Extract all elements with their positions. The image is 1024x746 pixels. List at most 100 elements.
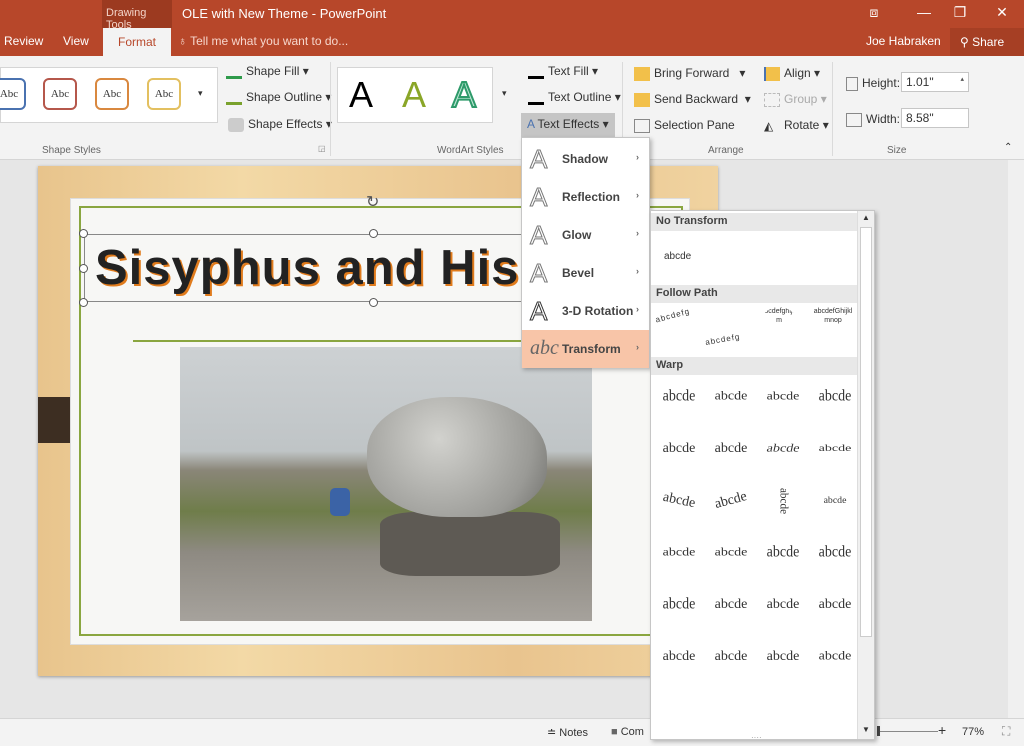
zoom-slider-thumb[interactable]	[877, 726, 880, 736]
wordart-style-green[interactable]: A	[402, 74, 426, 116]
warp-style[interactable]: abcde	[705, 547, 757, 560]
warp-style[interactable]: abcde	[757, 390, 809, 404]
comment-icon: ■	[611, 726, 621, 738]
warp-style[interactable]: abcde	[705, 390, 757, 404]
width-input[interactable]: 8.58"	[901, 108, 969, 128]
rotate-button[interactable]: ◭ Rotate ▾	[764, 118, 829, 133]
menu-item-glow[interactable]: A Glow ›	[522, 216, 649, 254]
warp-style[interactable]: abcde	[757, 597, 809, 613]
shape-fill-button[interactable]: Shape Fill ▾	[226, 64, 309, 79]
shape-style-4[interactable]: Abc	[147, 78, 181, 110]
warp-style[interactable]: abcde	[652, 488, 706, 514]
group-button[interactable]: Group ▾	[764, 92, 827, 107]
tell-me-input[interactable]: ♁ Tell me what you want to do...	[178, 34, 348, 48]
resize-handle[interactable]	[79, 298, 88, 307]
person-icon: ⚲	[960, 35, 973, 49]
shape-effects-button[interactable]: Shape Effects ▾	[228, 117, 332, 132]
restore-button[interactable]: ❐	[948, 4, 972, 21]
share-button[interactable]: ⚲ Share	[950, 28, 1024, 56]
align-button[interactable]: Align ▾	[764, 66, 820, 81]
scroll-down-icon[interactable]: ▼	[862, 725, 870, 734]
zoom-slider[interactable]	[878, 731, 938, 732]
warp-style[interactable]: abcde	[757, 649, 809, 665]
bevel-icon: A	[529, 258, 548, 289]
shape-style-2[interactable]: Abc	[43, 78, 77, 110]
wordart-style-black[interactable]: A	[349, 74, 373, 116]
menu-item-shadow[interactable]: A Shadow ›	[522, 140, 649, 178]
menu-item-bevel[interactable]: A Bevel ›	[522, 254, 649, 292]
resize-handle[interactable]	[369, 229, 378, 238]
shape-style-1[interactable]: Abc	[0, 78, 26, 110]
menu-item-3d-rotation[interactable]: A 3-D Rotation ›	[522, 292, 649, 330]
group-label-shape-styles: Shape Styles	[42, 145, 101, 156]
follow-path-arch-up[interactable]: abcdefg	[654, 307, 691, 325]
notes-button[interactable]: ≐ Notes	[547, 726, 588, 739]
resize-handle[interactable]	[79, 264, 88, 273]
bring-forward-button[interactable]: Bring Forward ▾	[634, 66, 745, 81]
follow-path-circle[interactable]: abcdefghijklm	[759, 307, 799, 347]
text-fill-button[interactable]: Text Fill ▾	[528, 64, 598, 79]
dialog-launcher-icon[interactable]: ◲	[318, 144, 326, 153]
comments-button[interactable]: ■ Com	[611, 726, 644, 738]
close-button[interactable]: ✕	[990, 4, 1014, 21]
warp-style[interactable]: abcde	[705, 649, 757, 665]
transform-none[interactable]: abcde	[664, 251, 691, 262]
warp-style[interactable]: abcde	[653, 596, 705, 614]
transform-icon: abc	[530, 337, 559, 359]
zoom-in-button[interactable]: +	[938, 722, 946, 738]
follow-path-arch-down[interactable]: abcdefg	[704, 332, 740, 347]
warp-style[interactable]: abcde	[756, 443, 811, 456]
shape-style-3[interactable]: Abc	[95, 78, 129, 110]
warp-style[interactable]: abcde	[817, 495, 853, 506]
warp-style[interactable]: abcde	[757, 544, 809, 562]
warp-style[interactable]: abcde	[653, 649, 705, 665]
warp-style[interactable]: abcde	[809, 597, 861, 613]
menu-item-reflection[interactable]: A Reflection ›	[522, 178, 649, 216]
fit-slide-icon[interactable]: ⛶	[1002, 724, 1010, 739]
text-outline-button[interactable]: Text Outline ▾	[528, 90, 621, 105]
glow-icon: A	[529, 220, 548, 251]
tab-format[interactable]: Format	[103, 28, 171, 56]
minimize-button[interactable]: —	[912, 4, 936, 20]
warp-style[interactable]: abcde	[653, 388, 705, 406]
menu-item-transform[interactable]: abc Transform ›	[522, 330, 649, 368]
vertical-scrollbar[interactable]	[1008, 160, 1024, 718]
tab-view[interactable]: View	[63, 34, 89, 48]
wordart-style-outline[interactable]: A	[451, 73, 477, 116]
width-icon	[846, 112, 862, 127]
ribbon-display-icon[interactable]: ⧈	[862, 4, 886, 21]
gallery-scrollbar[interactable]: ▲ ▼	[857, 211, 874, 739]
warp-style[interactable]: abcde	[777, 480, 789, 522]
resize-handle[interactable]	[369, 298, 378, 307]
wordart-more-button[interactable]: ▾	[502, 88, 507, 99]
warp-style[interactable]: abcde	[705, 441, 757, 456]
rotate-handle-icon[interactable]: ↻	[366, 192, 379, 212]
zoom-level[interactable]: 77%	[962, 726, 984, 738]
text-effects-button[interactable]: A Text Effects ▾	[521, 113, 615, 137]
send-backward-button[interactable]: Send Backward ▾	[634, 92, 751, 107]
photo-boulder	[367, 397, 547, 517]
user-name[interactable]: Joe Habraken	[866, 34, 941, 48]
warp-style[interactable]: abcde	[809, 443, 861, 454]
warp-style[interactable]: abcde	[704, 487, 758, 516]
tab-review[interactable]: Review	[4, 34, 43, 48]
warp-style[interactable]: abcde	[809, 650, 861, 664]
scroll-thumb[interactable]	[860, 227, 872, 637]
scroll-up-icon[interactable]: ▲	[862, 213, 870, 222]
resize-grip[interactable]: ····	[751, 733, 762, 739]
shape-outline-button[interactable]: Shape Outline ▾	[226, 90, 331, 105]
warp-style[interactable]: abcde	[809, 544, 861, 562]
slide-title[interactable]: Sisyphus and His	[95, 240, 519, 296]
group-icon	[764, 92, 780, 107]
warp-style[interactable]: abcde	[705, 597, 757, 613]
height-input[interactable]: 1.01" ▴	[901, 72, 969, 92]
3d-rotation-icon: A	[529, 296, 548, 327]
warp-style[interactable]: abcde	[653, 441, 705, 457]
gallery-more-button[interactable]: ▾	[198, 88, 203, 99]
collapse-ribbon-icon[interactable]: ⌃	[1004, 142, 1012, 153]
warp-style[interactable]: abcde	[653, 547, 705, 560]
resize-handle[interactable]	[79, 229, 88, 238]
selection-pane-button[interactable]: Selection Pane	[634, 118, 735, 133]
follow-path-button[interactable]: abcdefGhijklmnop	[813, 307, 853, 347]
warp-style[interactable]: abcde	[809, 388, 861, 406]
